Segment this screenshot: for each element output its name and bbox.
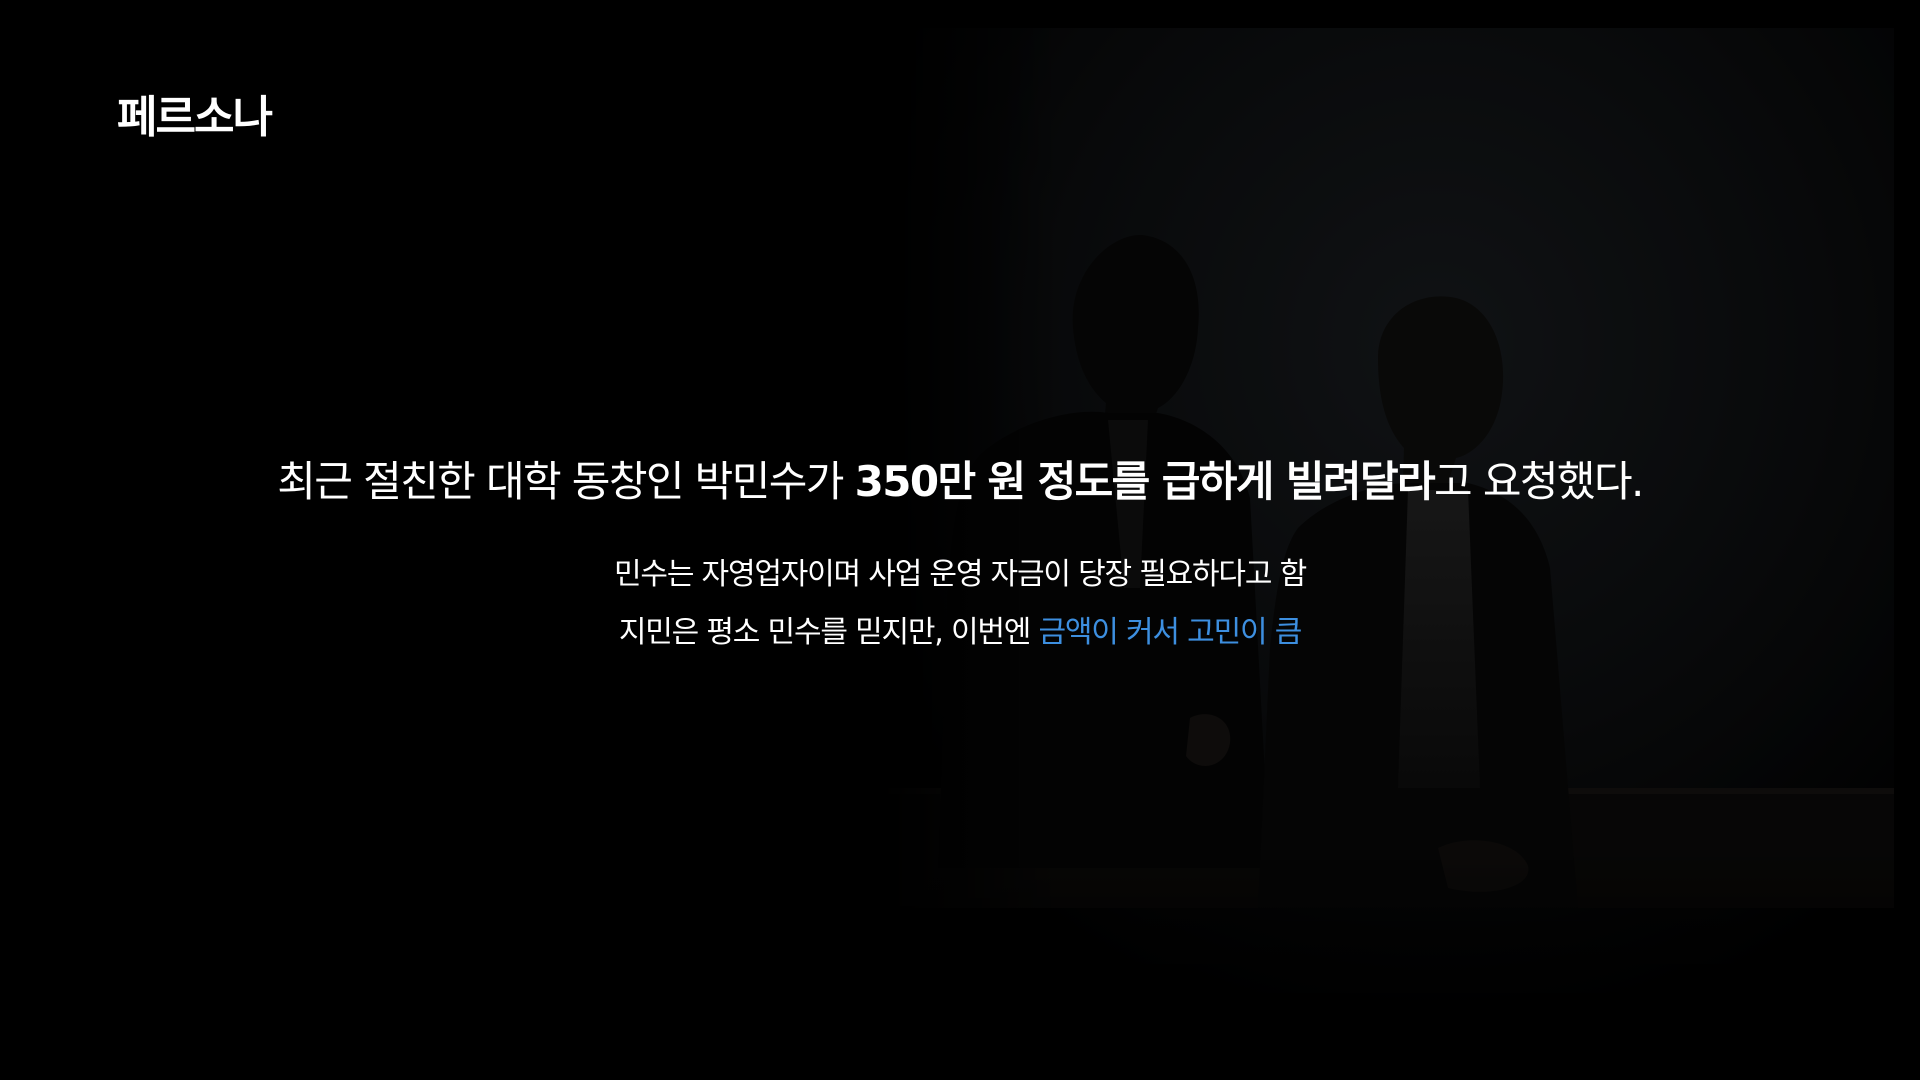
scenario-details: 민수는 자영업자이며 사업 운영 자금이 당장 필요하다고 함 지민은 평소 민…: [0, 546, 1920, 662]
detail-line-1: 민수는 자영업자이며 사업 운영 자금이 당장 필요하다고 함: [614, 557, 1307, 592]
detail-line-2-prefix: 지민은 평소 민수를 믿지만, 이번엔: [618, 615, 1039, 650]
headline-suffix: 고 요청했다.: [1434, 457, 1644, 506]
section-title: 페르소나: [117, 92, 273, 143]
detail-highlight: 금액이 커서 고민이 큼: [1038, 615, 1303, 650]
detail-line-2: 지민은 평소 민수를 믿지만, 이번엔 금액이 커서 고민이 큼: [0, 604, 1920, 662]
scenario-headline: 최근 절친한 대학 동창인 박민수가 350만 원 정도를 급하게 빌려달라고 …: [0, 452, 1920, 512]
persona-slide: 페르소나 최근 절친한 대학 동창인 박민수가 350만 원 정도를 급하게 빌…: [0, 0, 1920, 1080]
headline-prefix: 최근 절친한 대학 동창인 박민수가: [277, 457, 855, 506]
headline-emphasis: 350만 원 정도를 급하게 빌려달라: [854, 457, 1436, 506]
